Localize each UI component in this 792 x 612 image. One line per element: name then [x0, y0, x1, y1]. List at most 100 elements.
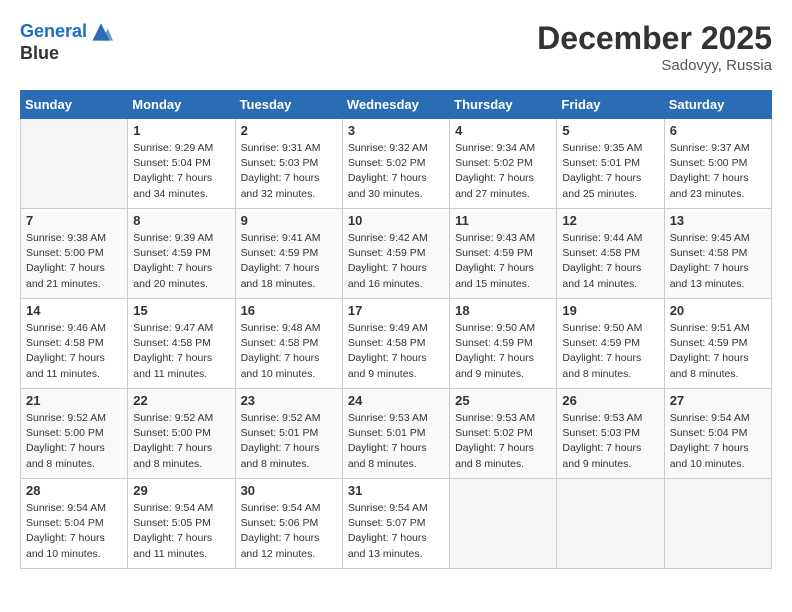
day-number: 19	[562, 303, 658, 318]
calendar-cell: 8 Sunrise: 9:39 AMSunset: 4:59 PMDaylight…	[128, 209, 235, 299]
day-info: Sunrise: 9:45 AMSunset: 4:58 PMDaylight:…	[670, 231, 766, 292]
calendar-table: SundayMondayTuesdayWednesdayThursdayFrid…	[20, 90, 772, 569]
calendar-cell	[664, 479, 771, 569]
day-info: Sunrise: 9:34 AMSunset: 5:02 PMDaylight:…	[455, 141, 551, 202]
day-info: Sunrise: 9:49 AMSunset: 4:58 PMDaylight:…	[348, 321, 444, 382]
title-block: December 2025 Sadovyy, Russia	[537, 20, 772, 74]
calendar-cell: 19 Sunrise: 9:50 AMSunset: 4:59 PMDayligh…	[557, 299, 664, 389]
day-info: Sunrise: 9:51 AMSunset: 4:59 PMDaylight:…	[670, 321, 766, 382]
day-info: Sunrise: 9:50 AMSunset: 4:59 PMDaylight:…	[562, 321, 658, 382]
day-number: 5	[562, 123, 658, 138]
calendar-week-row: 14 Sunrise: 9:46 AMSunset: 4:58 PMDayligh…	[21, 299, 772, 389]
weekday-header-cell: Monday	[128, 91, 235, 119]
day-number: 1	[133, 123, 229, 138]
day-number: 22	[133, 393, 229, 408]
day-info: Sunrise: 9:43 AMSunset: 4:59 PMDaylight:…	[455, 231, 551, 292]
weekday-header-cell: Wednesday	[342, 91, 449, 119]
calendar-cell: 11 Sunrise: 9:43 AMSunset: 4:59 PMDayligh…	[450, 209, 557, 299]
calendar-body: 1Sunrise: 9:29 AMSunset: 5:04 PMDaylight…	[21, 119, 772, 569]
calendar-week-row: 21 Sunrise: 9:52 AMSunset: 5:00 PMDayligh…	[21, 389, 772, 479]
logo-text: General Blue	[20, 20, 113, 64]
calendar-cell: 15Sunrise: 9:47 AMSunset: 4:58 PMDayligh…	[128, 299, 235, 389]
calendar-cell: 7Sunrise: 9:38 AMSunset: 5:00 PMDaylight…	[21, 209, 128, 299]
day-number: 3	[348, 123, 444, 138]
day-info: Sunrise: 9:54 AMSunset: 5:05 PMDaylight:…	[133, 501, 229, 562]
day-info: Sunrise: 9:39 AMSunset: 4:59 PMDaylight:…	[133, 231, 229, 292]
calendar-cell	[450, 479, 557, 569]
day-info: Sunrise: 9:54 AMSunset: 5:07 PMDaylight:…	[348, 501, 444, 562]
day-info: Sunrise: 9:48 AMSunset: 4:58 PMDaylight:…	[241, 321, 337, 382]
day-number: 26	[562, 393, 658, 408]
day-info: Sunrise: 9:52 AMSunset: 5:00 PMDaylight:…	[133, 411, 229, 472]
calendar-cell: 27 Sunrise: 9:54 AMSunset: 5:04 PMDayligh…	[664, 389, 771, 479]
calendar-cell: 18Sunrise: 9:50 AMSunset: 4:59 PMDayligh…	[450, 299, 557, 389]
weekday-header-cell: Friday	[557, 91, 664, 119]
day-info: Sunrise: 9:53 AMSunset: 5:01 PMDaylight:…	[348, 411, 444, 472]
day-number: 14	[26, 303, 122, 318]
page-header: General Blue December 2025 Sadovyy, Russ…	[20, 20, 772, 74]
day-number: 2	[241, 123, 337, 138]
day-number: 21	[26, 393, 122, 408]
calendar-cell: 2 Sunrise: 9:31 AMSunset: 5:03 PMDaylight…	[235, 119, 342, 209]
day-info: Sunrise: 9:54 AMSunset: 5:06 PMDaylight:…	[241, 501, 337, 562]
logo-icon	[89, 20, 113, 44]
calendar-cell: 14 Sunrise: 9:46 AMSunset: 4:58 PMDayligh…	[21, 299, 128, 389]
day-info: Sunrise: 9:35 AMSunset: 5:01 PMDaylight:…	[562, 141, 658, 202]
calendar-cell: 25 Sunrise: 9:53 AMSunset: 5:02 PMDayligh…	[450, 389, 557, 479]
calendar-cell: 12 Sunrise: 9:44 AMSunset: 4:58 PMDayligh…	[557, 209, 664, 299]
day-info: Sunrise: 9:53 AMSunset: 5:03 PMDaylight:…	[562, 411, 658, 472]
location: Sadovyy, Russia	[537, 57, 772, 74]
day-info: Sunrise: 9:52 AMSunset: 5:00 PMDaylight:…	[26, 411, 122, 472]
calendar-cell: 5 Sunrise: 9:35 AMSunset: 5:01 PMDaylight…	[557, 119, 664, 209]
logo: General Blue	[20, 20, 113, 64]
calendar-cell: 22 Sunrise: 9:52 AMSunset: 5:00 PMDayligh…	[128, 389, 235, 479]
day-number: 27	[670, 393, 766, 408]
weekday-header-row: SundayMondayTuesdayWednesdayThursdayFrid…	[21, 91, 772, 119]
month-title: December 2025	[537, 20, 772, 57]
day-number: 8	[133, 213, 229, 228]
day-info: Sunrise: 9:32 AMSunset: 5:02 PMDaylight:…	[348, 141, 444, 202]
calendar-cell: 29 Sunrise: 9:54 AMSunset: 5:05 PMDayligh…	[128, 479, 235, 569]
calendar-cell: 28Sunrise: 9:54 AMSunset: 5:04 PMDayligh…	[21, 479, 128, 569]
weekday-header-cell: Sunday	[21, 91, 128, 119]
day-number: 9	[241, 213, 337, 228]
day-info: Sunrise: 9:41 AMSunset: 4:59 PMDaylight:…	[241, 231, 337, 292]
calendar-cell: 3 Sunrise: 9:32 AMSunset: 5:02 PMDaylight…	[342, 119, 449, 209]
calendar-week-row: 28Sunrise: 9:54 AMSunset: 5:04 PMDayligh…	[21, 479, 772, 569]
day-info: Sunrise: 9:42 AMSunset: 4:59 PMDaylight:…	[348, 231, 444, 292]
calendar-cell: 24Sunrise: 9:53 AMSunset: 5:01 PMDayligh…	[342, 389, 449, 479]
day-number: 29	[133, 483, 229, 498]
weekday-header-cell: Tuesday	[235, 91, 342, 119]
day-info: Sunrise: 9:37 AMSunset: 5:00 PMDaylight:…	[670, 141, 766, 202]
day-number: 11	[455, 213, 551, 228]
calendar-cell: 10 Sunrise: 9:42 AMSunset: 4:59 PMDayligh…	[342, 209, 449, 299]
day-info: Sunrise: 9:47 AMSunset: 4:58 PMDaylight:…	[133, 321, 229, 382]
day-number: 13	[670, 213, 766, 228]
day-number: 10	[348, 213, 444, 228]
day-info: Sunrise: 9:44 AMSunset: 4:58 PMDaylight:…	[562, 231, 658, 292]
weekday-header-cell: Saturday	[664, 91, 771, 119]
day-number: 4	[455, 123, 551, 138]
calendar-cell: 21 Sunrise: 9:52 AMSunset: 5:00 PMDayligh…	[21, 389, 128, 479]
day-info: Sunrise: 9:38 AMSunset: 5:00 PMDaylight:…	[26, 231, 122, 292]
calendar-cell: 26 Sunrise: 9:53 AMSunset: 5:03 PMDayligh…	[557, 389, 664, 479]
day-info: Sunrise: 9:54 AMSunset: 5:04 PMDaylight:…	[26, 501, 122, 562]
calendar-week-row: 7Sunrise: 9:38 AMSunset: 5:00 PMDaylight…	[21, 209, 772, 299]
day-number: 17	[348, 303, 444, 318]
day-info: Sunrise: 9:54 AMSunset: 5:04 PMDaylight:…	[670, 411, 766, 472]
day-info: Sunrise: 9:31 AMSunset: 5:03 PMDaylight:…	[241, 141, 337, 202]
day-number: 12	[562, 213, 658, 228]
calendar-cell: 1Sunrise: 9:29 AMSunset: 5:04 PMDaylight…	[128, 119, 235, 209]
day-number: 16	[241, 303, 337, 318]
day-info: Sunrise: 9:46 AMSunset: 4:58 PMDaylight:…	[26, 321, 122, 382]
day-number: 31	[348, 483, 444, 498]
calendar-cell: 23Sunrise: 9:52 AMSunset: 5:01 PMDayligh…	[235, 389, 342, 479]
calendar-cell: 9 Sunrise: 9:41 AMSunset: 4:59 PMDaylight…	[235, 209, 342, 299]
day-info: Sunrise: 9:50 AMSunset: 4:59 PMDaylight:…	[455, 321, 551, 382]
day-number: 25	[455, 393, 551, 408]
calendar-cell: 13 Sunrise: 9:45 AMSunset: 4:58 PMDayligh…	[664, 209, 771, 299]
calendar-cell	[21, 119, 128, 209]
calendar-cell: 4 Sunrise: 9:34 AMSunset: 5:02 PMDaylight…	[450, 119, 557, 209]
day-info: Sunrise: 9:53 AMSunset: 5:02 PMDaylight:…	[455, 411, 551, 472]
calendar-cell: 16 Sunrise: 9:48 AMSunset: 4:58 PMDayligh…	[235, 299, 342, 389]
